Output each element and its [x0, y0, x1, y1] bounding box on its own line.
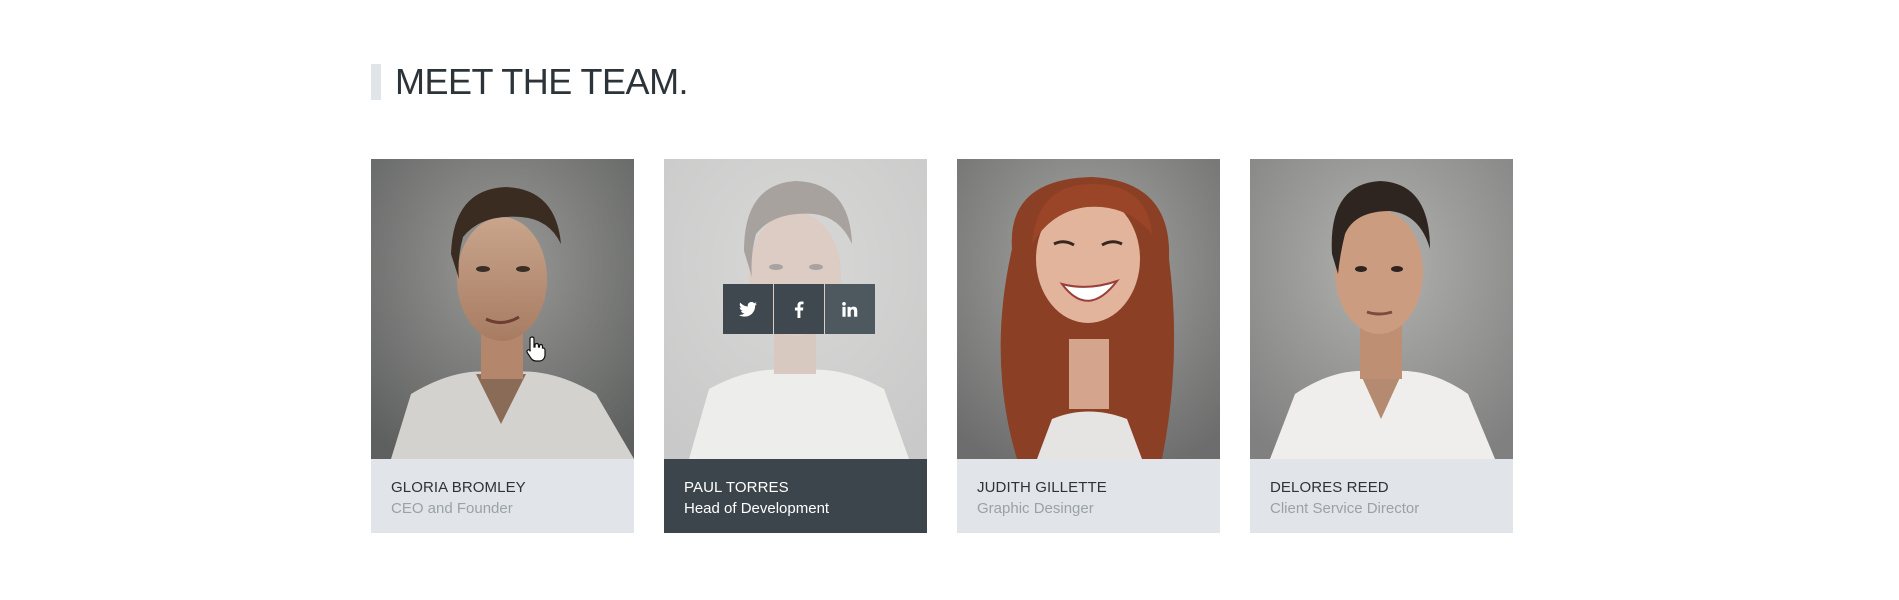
team-card-paul-torres[interactable]: PAUL TORRES Head of Development [664, 159, 927, 533]
social-links [723, 284, 875, 334]
portrait-image [957, 159, 1220, 459]
team-caption: PAUL TORRES Head of Development [664, 459, 927, 533]
team-member-name: GLORIA BROMLEY [391, 479, 526, 496]
team-card-judith-gillette[interactable]: JUDITH GILLETTE Graphic Desinger [957, 159, 1220, 533]
team-member-name: JUDITH GILLETTE [977, 479, 1107, 496]
team-caption: DELORES REED Client Service Director [1250, 459, 1513, 533]
section-heading: MEET THE TEAM. [371, 61, 689, 102]
team-member-role: Graphic Desinger [977, 500, 1094, 517]
team-member-role: CEO and Founder [391, 500, 513, 517]
linkedin-icon[interactable] [825, 284, 875, 334]
hand-cursor-icon [526, 336, 546, 362]
team-card-gloria-bromley[interactable]: GLORIA BROMLEY CEO and Founder [371, 159, 634, 533]
team-caption: JUDITH GILLETTE Graphic Desinger [957, 459, 1220, 533]
page-title: MEET THE TEAM. [395, 61, 689, 102]
team-photo[interactable] [371, 159, 634, 459]
team-photo[interactable] [1250, 159, 1513, 459]
team-member-role: Client Service Director [1270, 500, 1420, 517]
team-card-delores-reed[interactable]: DELORES REED Client Service Director [1250, 159, 1513, 533]
team-section: MEET THE TEAM. GLORIA BROMLEY CEO and Fo… [0, 0, 1899, 600]
team-photo[interactable] [664, 159, 927, 459]
twitter-icon[interactable] [723, 284, 773, 334]
team-member-name: PAUL TORRES [684, 479, 789, 496]
portrait-image [1250, 159, 1513, 459]
team-member-role: Head of Development [684, 500, 830, 517]
team-member-name: DELORES REED [1270, 479, 1389, 496]
team-caption: GLORIA BROMLEY CEO and Founder [371, 459, 634, 533]
facebook-icon[interactable] [774, 284, 824, 334]
team-photo[interactable] [957, 159, 1220, 459]
portrait-image [371, 159, 634, 459]
heading-accent-bar [371, 64, 381, 100]
